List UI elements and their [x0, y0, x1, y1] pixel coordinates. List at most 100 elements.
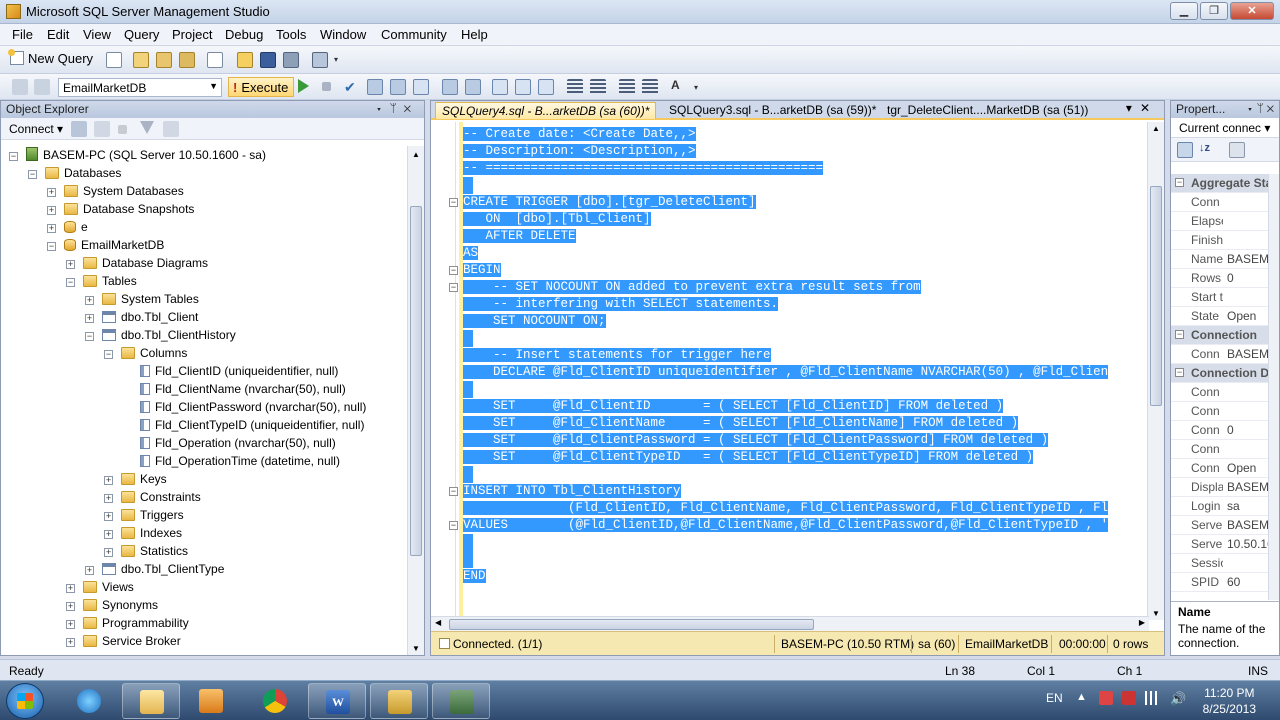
- collapse-icon[interactable]: −: [47, 242, 56, 251]
- open-file-icon[interactable]: [237, 52, 253, 68]
- new-query-button[interactable]: New Query: [8, 49, 93, 66]
- property-row[interactable]: Elapse: [1171, 212, 1279, 231]
- tree-node[interactable]: Fld_ClientTypeID (uniqueidentifier, null…: [123, 416, 364, 434]
- tree-node[interactable]: + Triggers: [104, 506, 184, 524]
- results-to-text-icon[interactable]: [413, 79, 429, 95]
- change-connection-icon[interactable]: [34, 79, 50, 95]
- collapse-region-icon[interactable]: −: [449, 198, 458, 207]
- include-plan-icon[interactable]: [442, 79, 458, 95]
- results-grid-icon[interactable]: [538, 79, 554, 95]
- object-explorer-scrollbar[interactable]: ▲ ▼: [407, 146, 424, 655]
- menu-view[interactable]: View: [83, 27, 111, 42]
- properties-object-selector[interactable]: Current connec ▾: [1171, 118, 1279, 138]
- menu-debug[interactable]: Debug: [225, 27, 263, 42]
- scroll-up-icon[interactable]: ▲: [412, 150, 420, 159]
- property-row[interactable]: Start t: [1171, 288, 1279, 307]
- parse-checkmark-icon[interactable]: ✔: [344, 79, 360, 95]
- toolbar-overflow-icon[interactable]: ▾: [334, 56, 342, 66]
- property-row[interactable]: Conn: [1171, 383, 1279, 402]
- taskbar-word[interactable]: W: [308, 683, 366, 719]
- expand-icon[interactable]: +: [104, 548, 113, 557]
- comment-icon[interactable]: [567, 79, 583, 95]
- property-category[interactable]: −Aggregate Status: [1171, 174, 1279, 193]
- filter-icon[interactable]: [140, 121, 154, 134]
- menu-community[interactable]: Community: [381, 27, 447, 42]
- taskbar-internet-explorer[interactable]: [60, 683, 118, 719]
- tree-node[interactable]: − EmailMarketDB: [47, 236, 164, 254]
- tab-sqlquery3[interactable]: SQLQuery3.sql - B...arketDB (sa (59))*: [663, 102, 882, 119]
- expand-icon[interactable]: +: [104, 476, 113, 485]
- expand-icon[interactable]: +: [66, 584, 75, 593]
- tree-node[interactable]: Fld_ClientID (uniqueidentifier, null): [123, 362, 338, 380]
- activity-monitor-icon[interactable]: [312, 52, 328, 68]
- property-pages-icon[interactable]: [1229, 142, 1245, 158]
- property-row[interactable]: Conn Open: [1171, 459, 1279, 478]
- print-icon[interactable]: [283, 52, 299, 68]
- toolbar-overflow-icon-2[interactable]: ▾: [694, 84, 702, 94]
- expand-icon[interactable]: +: [104, 512, 113, 521]
- volume-icon[interactable]: 🔊: [1170, 691, 1186, 707]
- property-row[interactable]: State Open: [1171, 307, 1279, 326]
- editor-horizontal-scrollbar[interactable]: ◀ ▶: [431, 616, 1149, 631]
- property-category[interactable]: − Connection: [1171, 326, 1279, 345]
- specify-values-icon[interactable]: A: [671, 78, 687, 94]
- stop-icon-oe[interactable]: [118, 125, 127, 134]
- editor-scrollbar-thumb[interactable]: [1150, 186, 1162, 406]
- stop-icon[interactable]: [322, 82, 331, 91]
- expand-icon[interactable]: +: [104, 494, 113, 503]
- property-row[interactable]: Conn: [1171, 440, 1279, 459]
- menu-help[interactable]: Help: [461, 27, 488, 42]
- tree-node[interactable]: + Keys: [104, 470, 167, 488]
- properties-scrollbar[interactable]: [1268, 174, 1279, 600]
- increase-indent-icon[interactable]: [642, 79, 658, 95]
- action-center-icon[interactable]: [1099, 691, 1113, 705]
- property-row[interactable]: SPID 60: [1171, 573, 1279, 592]
- props-dropdown-icon[interactable]: ▾: [1246, 101, 1256, 115]
- tree-node[interactable]: − BASEM-PC (SQL Server 10.50.1600 - sa): [9, 146, 266, 164]
- mdx-query-icon[interactable]: [179, 52, 195, 68]
- taskbar-media-player[interactable]: [182, 683, 240, 719]
- sql-code-area[interactable]: -- Create date: <Create Date,,> -- Descri…: [431, 122, 1149, 620]
- alphabetical-icon[interactable]: ↓z: [1199, 142, 1215, 158]
- tree-node[interactable]: Fld_ClientName (nvarchar(50), null): [123, 380, 346, 398]
- tree-node[interactable]: Fld_OperationTime (datetime, null): [123, 452, 340, 470]
- minimize-button[interactable]: ▁: [1170, 2, 1198, 20]
- pane-dropdown-icon[interactable]: ▾: [375, 101, 389, 115]
- tree-node[interactable]: + Database Snapshots: [47, 200, 194, 218]
- tree-node[interactable]: + dbo.Tbl_ClientType: [85, 560, 224, 578]
- tree-node[interactable]: − Databases: [28, 164, 121, 182]
- tree-node[interactable]: + System Databases: [47, 182, 184, 200]
- expand-icon[interactable]: +: [47, 188, 56, 197]
- tab-sqlquery4[interactable]: SQLQuery4.sql - B...arketDB (sa (60))*: [435, 102, 657, 119]
- file-icon[interactable]: [106, 52, 122, 68]
- collapse-icon[interactable]: −: [66, 278, 75, 287]
- expand-icon[interactable]: +: [85, 566, 94, 575]
- tree-node[interactable]: + System Tables: [85, 290, 199, 308]
- expand-icon[interactable]: +: [104, 530, 113, 539]
- debug-play-icon[interactable]: [298, 79, 309, 93]
- collapse-icon[interactable]: −: [9, 152, 18, 161]
- pane-close-icon[interactable]: ✕: [404, 101, 418, 115]
- analysis-query-icon[interactable]: [156, 52, 172, 68]
- property-row[interactable]: Finish: [1171, 231, 1279, 250]
- collapse-icon[interactable]: −: [1175, 330, 1184, 339]
- tree-node[interactable]: + dbo.Tbl_Client: [85, 308, 198, 326]
- tree-node[interactable]: + Constraints: [104, 488, 201, 506]
- tab-tgr-deleteclient[interactable]: tgr_DeleteClient....MarketDB (sa (51)): [881, 102, 1094, 119]
- expand-icon[interactable]: +: [47, 224, 56, 233]
- property-row[interactable]: Conn: [1171, 402, 1279, 421]
- expand-icon[interactable]: +: [85, 296, 94, 305]
- expand-icon[interactable]: +: [47, 206, 56, 215]
- collapse-region-icon[interactable]: −: [449, 487, 458, 496]
- language-indicator[interactable]: EN: [1046, 691, 1063, 705]
- menu-project[interactable]: Project: [172, 27, 212, 42]
- decrease-indent-icon[interactable]: [619, 79, 635, 95]
- refresh-icon[interactable]: [163, 121, 179, 137]
- maximize-button[interactable]: ❐: [1200, 2, 1228, 20]
- start-button[interactable]: [6, 683, 44, 719]
- taskbar-ssms[interactable]: [370, 683, 428, 719]
- property-row[interactable]: Conn: [1171, 193, 1279, 212]
- menu-window[interactable]: Window: [320, 27, 366, 42]
- uncomment-icon[interactable]: [590, 79, 606, 95]
- pin-icon[interactable]: ᛘ: [390, 101, 404, 115]
